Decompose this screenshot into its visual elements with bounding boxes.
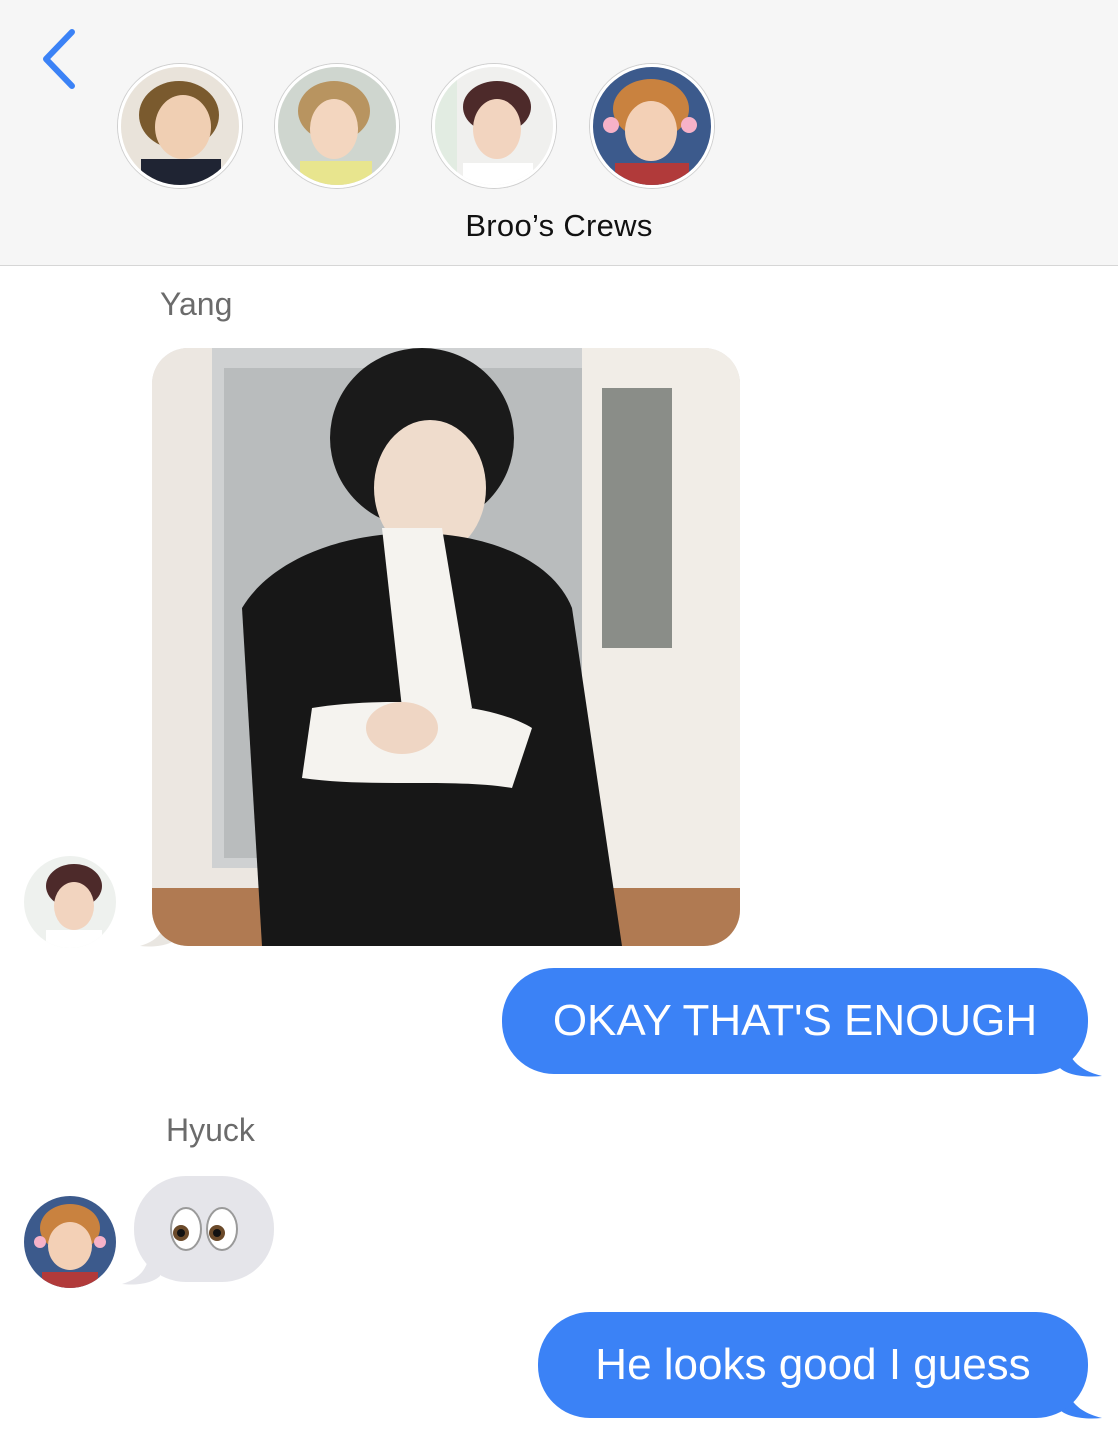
avatar[interactable]: [118, 64, 242, 188]
photo: [152, 348, 740, 946]
incoming-message[interactable]: [134, 1176, 274, 1282]
avatar[interactable]: [275, 64, 399, 188]
avatar[interactable]: [24, 856, 116, 948]
eyes-emoji-icon: [170, 1207, 238, 1251]
sender-name: Yang: [160, 286, 233, 322]
conversation-header: Broo’s Crews: [0, 0, 1118, 266]
outgoing-message[interactable]: He looks good I guess: [538, 1312, 1088, 1418]
group-title[interactable]: Broo’s Crews: [0, 208, 1118, 244]
participant-avatars[interactable]: [0, 64, 1118, 188]
outgoing-message[interactable]: OKAY THAT'S ENOUGH: [502, 968, 1088, 1074]
avatar[interactable]: [24, 1196, 116, 1288]
avatar[interactable]: [432, 64, 556, 188]
avatar[interactable]: [590, 64, 714, 188]
sender-name: Hyuck: [166, 1112, 255, 1148]
image-message[interactable]: [152, 348, 740, 946]
